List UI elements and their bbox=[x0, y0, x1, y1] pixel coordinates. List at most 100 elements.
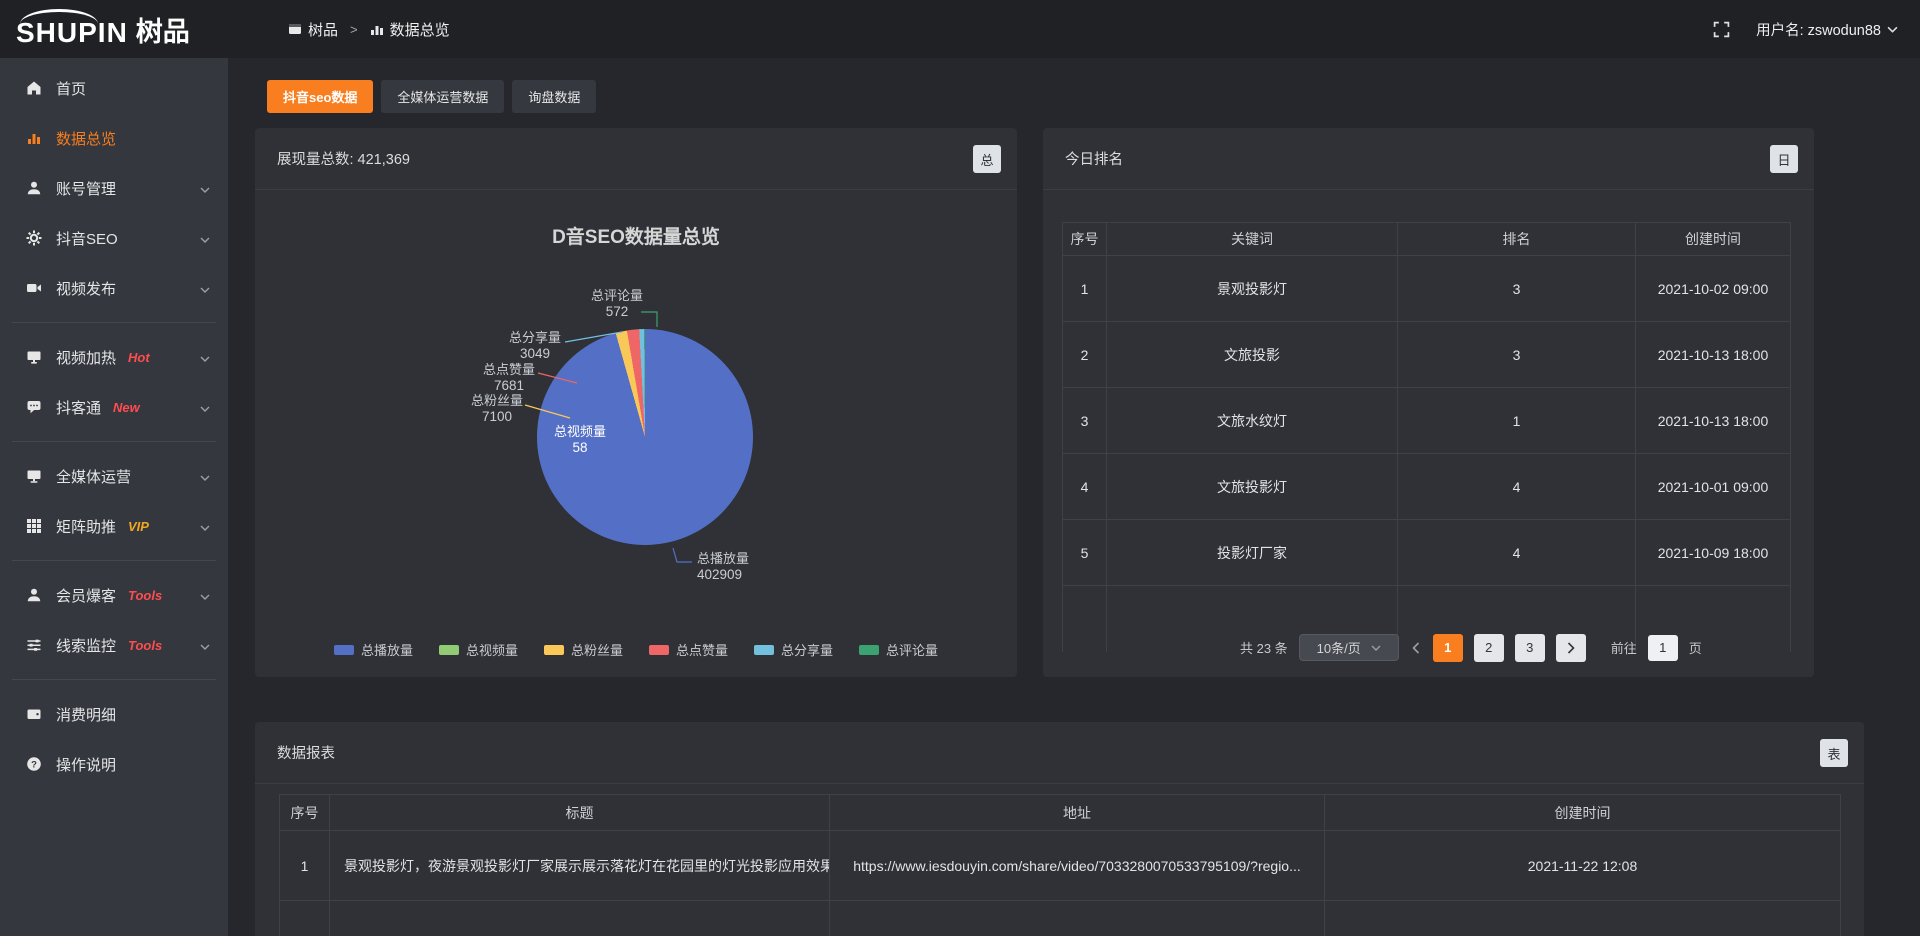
vip-badge: VIP bbox=[128, 519, 149, 534]
rank-table-header-row: 序号 关键词 排名 创建时间 bbox=[1063, 223, 1791, 256]
sliders-icon bbox=[25, 637, 42, 653]
legend-item[interactable]: 总点赞量 bbox=[649, 640, 728, 659]
sidebar-item-label: 消费明细 bbox=[56, 704, 116, 725]
chevron-down-icon bbox=[200, 180, 210, 197]
comment-icon bbox=[25, 399, 42, 415]
gear-icon bbox=[25, 230, 42, 246]
chart-legend: 总播放量 总视频量 总粉丝量 总点赞量 总分享量 总评论量 bbox=[255, 640, 1017, 659]
sidebar-item-help[interactable]: ? 操作说明 bbox=[0, 739, 228, 789]
tools-badge: Tools bbox=[128, 638, 162, 653]
chart-panel-header: 展现量总数: 421,369 bbox=[255, 128, 1017, 190]
legend-item[interactable]: 总视频量 bbox=[439, 640, 518, 659]
table-toggle-button[interactable]: 表 bbox=[1820, 739, 1848, 767]
monitor-icon bbox=[25, 468, 42, 484]
username-label: 用户名: zswodun88 bbox=[1756, 19, 1881, 40]
tab-media-operation[interactable]: 全媒体运营数据 bbox=[381, 80, 504, 113]
breadcrumb-separator: > bbox=[350, 22, 358, 37]
screen-icon bbox=[25, 349, 42, 365]
page-button-3[interactable]: 3 bbox=[1515, 634, 1545, 662]
legend-label: 总点赞量 bbox=[676, 640, 728, 659]
pagination: 共 23 条 10条/页 1 2 3 前往 1 页 bbox=[1240, 633, 1702, 662]
sidebar-item-label: 会员爆客 bbox=[56, 585, 116, 606]
data-tabs: 抖音seo数据 全媒体运营数据 询盘数据 bbox=[267, 80, 596, 113]
video-title-cell: 景观投影灯，夜游景观投影灯厂家展示展示落花灯在花园里的灯光投影应用效果 #… bbox=[330, 831, 830, 901]
sidebar-item-douyin-seo[interactable]: 抖音SEO bbox=[0, 213, 228, 263]
home-icon bbox=[25, 80, 42, 96]
col-created: 创建时间 bbox=[1325, 795, 1841, 831]
legend-label: 总粉丝量 bbox=[571, 640, 623, 659]
logo-text: SHUPIN bbox=[16, 17, 128, 49]
page-button-1[interactable]: 1 bbox=[1433, 634, 1463, 662]
chevron-down-icon bbox=[200, 637, 210, 654]
day-toggle-button[interactable]: 日 bbox=[1770, 145, 1798, 173]
sidebar-nav: 首页 数据总览 账号管理 抖音SEO 视频发布 视频加热 Hot bbox=[0, 58, 228, 936]
chart-icon bbox=[25, 130, 42, 146]
breadcrumb-root[interactable]: 树品 bbox=[308, 19, 338, 40]
goto-page-input[interactable]: 1 bbox=[1648, 635, 1678, 661]
prev-page-button[interactable] bbox=[1410, 642, 1422, 654]
video-url-link[interactable]: https://www.iesdouyin.com/share/video/70… bbox=[830, 831, 1325, 901]
user-menu[interactable]: 用户名: zswodun88 bbox=[1756, 19, 1898, 40]
page-button-2[interactable]: 2 bbox=[1474, 634, 1504, 662]
legend-chip bbox=[334, 645, 354, 655]
goto-suffix: 页 bbox=[1689, 638, 1702, 657]
pagination-total: 共 23 条 bbox=[1240, 638, 1288, 657]
sidebar-divider bbox=[12, 560, 216, 561]
sidebar-item-consumption[interactable]: 消费明细 bbox=[0, 689, 228, 739]
new-badge: New bbox=[113, 400, 140, 415]
table-row: 3 文旅水纹灯 1 2021-10-13 18:00 bbox=[1063, 388, 1791, 454]
impressions-total-label: 展现量总数: 421,369 bbox=[277, 148, 410, 169]
total-toggle-button[interactable]: 总 bbox=[973, 145, 1001, 173]
sidebar-item-data-overview[interactable]: 数据总览 bbox=[0, 113, 228, 163]
sidebar-item-home[interactable]: 首页 bbox=[0, 63, 228, 113]
legend-item[interactable]: 总粉丝量 bbox=[544, 640, 623, 659]
col-keyword: 关键词 bbox=[1107, 223, 1398, 256]
pie-label-comments: 总评论量572 bbox=[557, 288, 677, 320]
report-table-header-row: 序号 标题 地址 创建时间 bbox=[280, 795, 1841, 831]
goto-label: 前往 bbox=[1611, 638, 1637, 657]
col-created: 创建时间 bbox=[1636, 223, 1791, 256]
legend-chip bbox=[544, 645, 564, 655]
chevron-down-icon bbox=[1887, 21, 1898, 37]
table-row: 1 景观投影灯，夜游景观投影灯厂家展示展示落花灯在花园里的灯光投影应用效果 #…… bbox=[280, 831, 1841, 901]
hot-badge: Hot bbox=[128, 350, 150, 365]
sidebar-item-video-heat[interactable]: 视频加热 Hot bbox=[0, 332, 228, 382]
sidebar-item-label: 全媒体运营 bbox=[56, 466, 131, 487]
legend-item[interactable]: 总播放量 bbox=[334, 640, 413, 659]
sidebar-item-matrix-boost[interactable]: 矩阵助推 VIP bbox=[0, 501, 228, 551]
next-page-button[interactable] bbox=[1556, 634, 1586, 662]
legend-label: 总播放量 bbox=[361, 640, 413, 659]
sidebar-item-douketong[interactable]: 抖客通 New bbox=[0, 382, 228, 432]
pie-label-plays: 总播放量402909 bbox=[697, 551, 817, 583]
fullscreen-icon[interactable] bbox=[1713, 21, 1730, 38]
legend-item[interactable]: 总分享量 bbox=[754, 640, 833, 659]
rank-panel-header: 今日排名 bbox=[1043, 128, 1814, 190]
sidebar-item-label: 视频发布 bbox=[56, 278, 116, 299]
sidebar-item-label: 账号管理 bbox=[56, 178, 116, 199]
chevron-down-icon bbox=[200, 587, 210, 604]
page-size-value: 10条/页 bbox=[1317, 638, 1361, 657]
chevron-down-icon bbox=[200, 230, 210, 247]
sidebar-item-account[interactable]: 账号管理 bbox=[0, 163, 228, 213]
sidebar-item-clue-monitor[interactable]: 线索监控 Tools bbox=[0, 620, 228, 670]
page-size-select[interactable]: 10条/页 bbox=[1299, 634, 1399, 661]
sidebar-item-label: 线索监控 bbox=[56, 635, 116, 656]
legend-label: 总视频量 bbox=[466, 640, 518, 659]
bar-chart-icon bbox=[370, 22, 384, 36]
breadcrumb-current[interactable]: 数据总览 bbox=[390, 19, 450, 40]
sidebar-item-video-publish[interactable]: 视频发布 bbox=[0, 263, 228, 313]
pie-label-shares: 总分享量3049 bbox=[475, 330, 595, 362]
col-index: 序号 bbox=[1063, 223, 1107, 256]
pie-label-likes: 总点赞量7681 bbox=[449, 362, 569, 394]
tab-inquiry[interactable]: 询盘数据 bbox=[512, 80, 596, 113]
tab-douyin-seo[interactable]: 抖音seo数据 bbox=[267, 80, 373, 113]
rank-table: 序号 关键词 排名 创建时间 1 景观投影灯 3 2021-10-02 09:0… bbox=[1062, 222, 1791, 652]
sidebar-divider bbox=[12, 679, 216, 680]
legend-item[interactable]: 总评论量 bbox=[859, 640, 938, 659]
breadcrumb: 树品 > 数据总览 bbox=[288, 19, 450, 40]
pie-label-videos: 总视频量58 bbox=[520, 424, 640, 456]
window-icon bbox=[288, 22, 302, 36]
sidebar-item-member-baoke[interactable]: 会员爆客 Tools bbox=[0, 570, 228, 620]
sidebar-item-media-operation[interactable]: 全媒体运营 bbox=[0, 451, 228, 501]
report-table: 序号 标题 地址 创建时间 1 景观投影灯，夜游景观投影灯厂家展示展示落花灯在花… bbox=[279, 794, 1841, 936]
